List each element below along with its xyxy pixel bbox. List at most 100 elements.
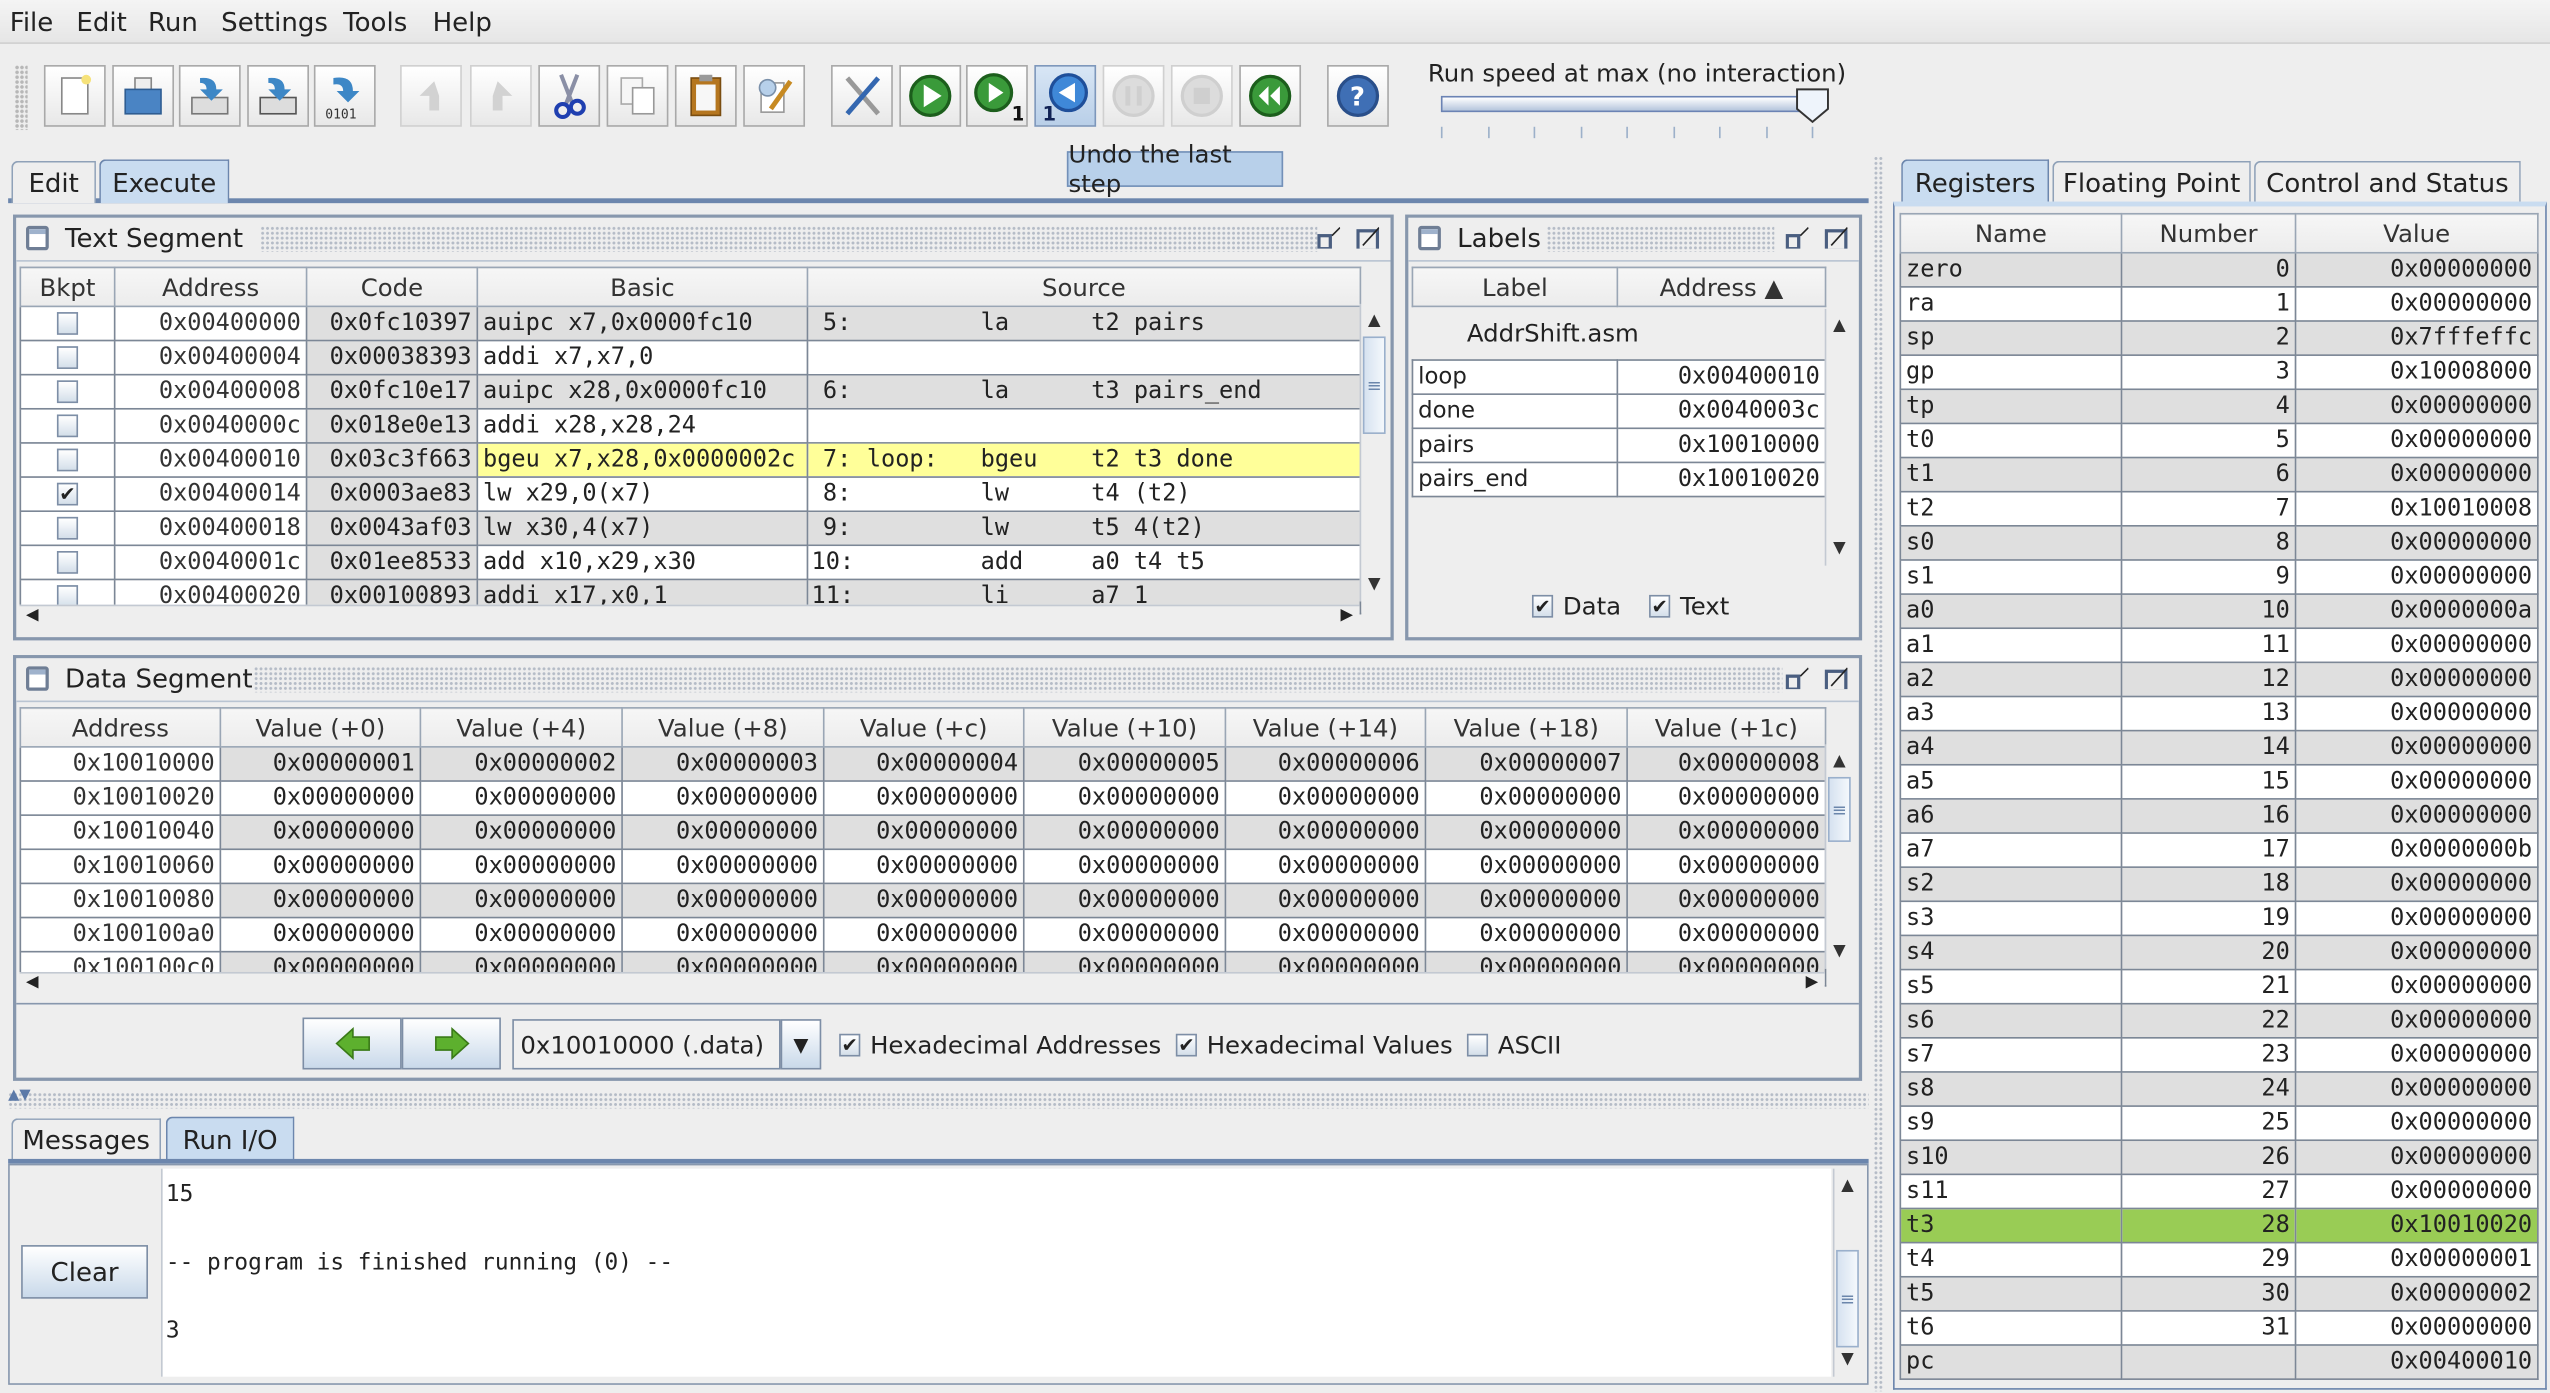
text-segment-hscroll[interactable]: ◀ ▶ xyxy=(19,604,1360,631)
register-value[interactable]: 0x00000000 xyxy=(2294,968,2539,1005)
text-segment-vscroll[interactable]: ▲ ≡ ▼ xyxy=(1359,303,1388,602)
memory-value-cell[interactable]: 0x00000000 xyxy=(419,916,623,953)
memory-value-cell[interactable]: 0x00000000 xyxy=(822,814,1025,851)
clear-button[interactable]: Clear xyxy=(21,1245,148,1299)
maximize-icon[interactable] xyxy=(1824,666,1848,690)
scroll-right-icon[interactable]: ▶ xyxy=(1806,974,1819,992)
column-header-8[interactable]: Value (+1c) xyxy=(1626,707,1827,748)
menu-run[interactable]: Run xyxy=(148,7,198,38)
memory-value-cell[interactable]: 0x00000000 xyxy=(1424,882,1628,919)
register-value[interactable]: 0x10008000 xyxy=(2294,354,2539,391)
open-file-button[interactable] xyxy=(112,65,175,127)
split-pane-divider[interactable]: ▲▼ xyxy=(8,1087,1869,1109)
hex-values-option[interactable]: ✔ Hexadecimal Values xyxy=(1175,1031,1453,1060)
breakpoint-checkbox[interactable] xyxy=(56,516,79,540)
memory-value-cell[interactable]: 0x00000000 xyxy=(1022,916,1227,953)
text-segment-row[interactable]: 0x0040001c 0x01ee8533 add x10,x29,x30 10: ad… xyxy=(19,544,1362,581)
register-value[interactable]: 0x00000000 xyxy=(2294,1139,2539,1176)
breakpoint-cell[interactable] xyxy=(19,510,116,547)
memory-value-cell[interactable]: 0x00000000 xyxy=(1022,814,1227,851)
register-value[interactable]: 0x0000000a xyxy=(2294,593,2539,630)
label-row[interactable]: done 0x0040003c xyxy=(1411,393,1827,430)
scroll-down-icon[interactable]: ▼ xyxy=(1826,535,1852,563)
save-as-button[interactable] xyxy=(247,65,309,127)
tab-run-io[interactable]: Run I/O xyxy=(165,1116,295,1161)
column-header-address[interactable]: Address ▲ xyxy=(1616,266,1827,308)
column-header-6[interactable]: Value (+14) xyxy=(1224,707,1427,748)
run-speed-slider[interactable] xyxy=(1440,95,1815,113)
register-value[interactable]: 0x00000000 xyxy=(2294,729,2539,766)
tab-edit[interactable]: Edit xyxy=(11,160,96,204)
memory-value-cell[interactable]: 0x00000000 xyxy=(1626,882,1827,919)
data-checkbox[interactable]: ✔ xyxy=(1531,594,1554,618)
register-value[interactable]: 0x7fffeffc xyxy=(2294,320,2539,356)
labels-text-checkbox[interactable]: ✔ Text xyxy=(1649,592,1729,621)
breakpoint-checkbox[interactable] xyxy=(56,380,79,404)
tab-floating-point[interactable]: Floating Point xyxy=(2052,160,2251,204)
scroll-down-icon[interactable]: ▼ xyxy=(1361,571,1387,599)
register-value[interactable]: 0x00000000 xyxy=(2294,695,2539,732)
hex-addresses-option[interactable]: ✔ Hexadecimal Addresses xyxy=(839,1031,1161,1060)
memory-value-cell[interactable]: 0x00000000 xyxy=(822,848,1025,885)
minimize-icon[interactable] xyxy=(1785,226,1809,249)
register-value[interactable]: 0x00000000 xyxy=(2294,1105,2539,1142)
memory-value-cell[interactable]: 0x00000008 xyxy=(1626,746,1827,782)
assemble-button[interactable] xyxy=(831,65,893,127)
memory-value-cell[interactable]: 0x00000000 xyxy=(1022,848,1227,885)
register-value[interactable]: 0x0000000b xyxy=(2294,832,2539,868)
register-value[interactable]: 0x00000000 xyxy=(2294,934,2539,971)
scroll-thumb[interactable]: ≡ xyxy=(1362,336,1386,434)
memory-value-cell[interactable]: 0x00000000 xyxy=(1224,916,1427,953)
previous-button[interactable] xyxy=(302,1017,402,1070)
memory-value-cell[interactable]: 0x00000000 xyxy=(219,780,422,816)
breakpoint-checkbox[interactable] xyxy=(56,414,79,438)
new-file-button[interactable] xyxy=(43,65,106,127)
column-header-0[interactable]: Address xyxy=(19,707,222,748)
menu-help[interactable]: Help xyxy=(433,7,492,38)
memory-value-cell[interactable]: 0x00000000 xyxy=(219,848,422,885)
menu-tools[interactable]: Tools xyxy=(343,7,407,38)
register-value[interactable]: 0x00000000 xyxy=(2294,251,2539,288)
memory-value-cell[interactable]: 0x00000005 xyxy=(1022,746,1227,782)
expand-up-icon[interactable]: ▲▼ xyxy=(8,1087,31,1103)
label-row[interactable]: pairs_end 0x10010020 xyxy=(1411,461,1827,498)
memory-value-cell[interactable]: 0x00000000 xyxy=(822,916,1025,953)
hex-values-checkbox[interactable]: ✔ xyxy=(1175,1033,1197,1057)
ascii-option[interactable]: ASCII xyxy=(1466,1031,1561,1060)
stop-button[interactable] xyxy=(1170,65,1233,127)
minimize-icon[interactable] xyxy=(1317,226,1341,249)
register-value[interactable]: 0x00000000 xyxy=(2294,866,2539,903)
text-segment-row[interactable]: ✔ 0x00400014 0x0003ae83 lw x29,0(x7) 8: lw t4 … xyxy=(19,476,1362,513)
help-button[interactable]: ? xyxy=(1327,65,1389,127)
register-value[interactable]: 0x00000000 xyxy=(2294,1173,2539,1210)
register-value[interactable]: 0x00000000 xyxy=(2294,763,2539,800)
copy-button[interactable] xyxy=(606,65,669,127)
breakpoint-checkbox[interactable] xyxy=(56,448,79,472)
step-button[interactable]: 1 xyxy=(966,65,1028,127)
text-segment-row[interactable]: 0x00400010 0x03c3f663 bgeu x7,x28,0x000000… xyxy=(19,442,1362,478)
column-header-name[interactable]: Name xyxy=(1899,212,2123,254)
register-value[interactable]: 0x10010020 xyxy=(2294,1207,2539,1244)
column-header-5[interactable]: Value (+10) xyxy=(1022,707,1227,748)
register-value[interactable]: 0x00000000 xyxy=(2294,798,2539,834)
breakpoint-checkbox[interactable] xyxy=(56,346,79,369)
segment-select[interactable]: 0x10010000 (.data) xyxy=(512,1019,781,1070)
dump-memory-button[interactable]: 0101 xyxy=(313,65,376,127)
tab-control-status[interactable]: Control and Status xyxy=(2254,160,2521,204)
text-segment-row[interactable]: 0x0040000c 0x018e0e13 addi x28,x28,24 xyxy=(19,407,1362,444)
memory-value-cell[interactable]: 0x00000000 xyxy=(1424,780,1628,816)
memory-value-cell[interactable]: 0x00000000 xyxy=(1424,848,1628,885)
memory-value-cell[interactable]: 0x00000000 xyxy=(419,882,623,919)
register-value[interactable]: 0x00000000 xyxy=(2294,1310,2539,1346)
breakpoint-cell[interactable] xyxy=(19,305,116,342)
label-row[interactable]: pairs 0x10010000 xyxy=(1411,427,1827,464)
text-segment-row[interactable]: 0x00400000 0x0fc10397 auipc x7,0x0000fc10 5… xyxy=(19,305,1362,342)
reset-button[interactable] xyxy=(1239,65,1302,127)
text-segment-row[interactable]: 0x00400018 0x0043af03 lw x30,4(x7) 9: lw t5 4… xyxy=(19,510,1362,547)
column-header-code[interactable]: Code xyxy=(305,266,479,308)
hex-addresses-checkbox[interactable]: ✔ xyxy=(839,1033,861,1057)
labels-vscroll[interactable]: ▲ ▼ xyxy=(1824,308,1853,566)
column-header-2[interactable]: Value (+4) xyxy=(419,707,623,748)
memory-value-cell[interactable]: 0x00000000 xyxy=(621,780,825,816)
column-header-4[interactable]: Value (+c) xyxy=(822,707,1025,748)
